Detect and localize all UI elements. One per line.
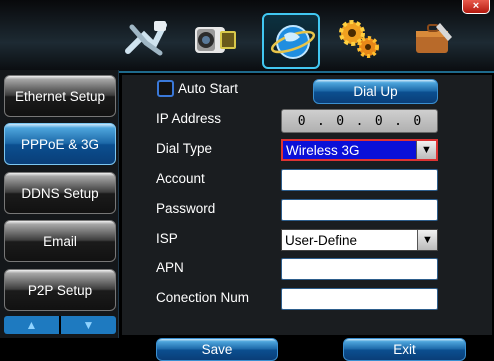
sidebar-item-ddns-setup[interactable]: DDNS Setup [4,172,116,214]
account-label: Account [156,171,205,186]
connection-num-label: Conection Num [156,290,250,305]
ip-octet: 0 [413,113,422,129]
ip-octet: 0 [297,113,306,129]
tab-tools[interactable] [404,13,462,63]
scroll-up-button[interactable]: ▲ [4,316,59,334]
sidebar-item-p2p-setup[interactable]: P2P Setup [4,269,116,311]
sidebar-scroll: ▲ ▼ [4,316,116,334]
gears-icon [339,20,379,58]
sidebar-item-email[interactable]: Email [4,220,116,262]
tab-camera[interactable] [186,13,244,63]
chevron-down-icon[interactable]: ▼ [417,230,437,250]
exit-button[interactable]: Exit [343,338,466,361]
tab-settings[interactable] [330,13,388,63]
sidebar-item-pppoe-3g[interactable]: PPPoE & 3G [4,123,116,165]
toolbox-icon [416,23,452,53]
ip-address-field: 0 . 0 . 0 . 0 [281,109,438,133]
ip-separator: . [317,113,325,129]
scroll-down-button[interactable]: ▼ [59,316,116,334]
tab-network-cable[interactable] [118,13,176,63]
isp-label: ISP [156,231,178,246]
close-button[interactable]: × [462,0,490,14]
sidebar-item-ethernet-setup[interactable]: Ethernet Setup [4,75,116,117]
ip-address-label: IP Address [156,111,222,126]
camera-icon [195,27,236,53]
sidebar: Ethernet Setup PPPoE & 3G DDNS Setup Ema… [0,70,119,338]
isp-select[interactable]: User-Define ▼ [281,229,438,251]
password-field[interactable] [281,199,438,221]
dial-type-label: Dial Type [156,141,213,156]
apn-field[interactable] [281,258,438,280]
ip-separator: . [394,113,402,129]
top-tab-bar: × [0,0,494,73]
save-button[interactable]: Save [156,338,278,361]
dial-up-button[interactable]: Dial Up [313,79,438,104]
tab-network[interactable] [262,13,320,69]
auto-start-label: Auto Start [178,81,239,96]
network-cable-icon [125,21,167,56]
password-label: Password [156,201,216,216]
isp-value: User-Define [285,232,358,248]
chevron-down-icon[interactable]: ▼ [416,141,436,159]
ip-separator: . [355,113,364,129]
dial-type-value: Wireless 3G [286,142,360,158]
network-globe-icon [270,25,316,59]
apn-label: APN [156,260,184,275]
ip-octet: 0 [374,113,383,129]
dial-type-select[interactable]: Wireless 3G ▼ [281,139,438,161]
auto-start-checkbox[interactable] [157,80,174,97]
connection-num-field[interactable] [281,288,438,310]
ip-octet: 0 [336,113,345,129]
account-field[interactable] [281,169,438,191]
